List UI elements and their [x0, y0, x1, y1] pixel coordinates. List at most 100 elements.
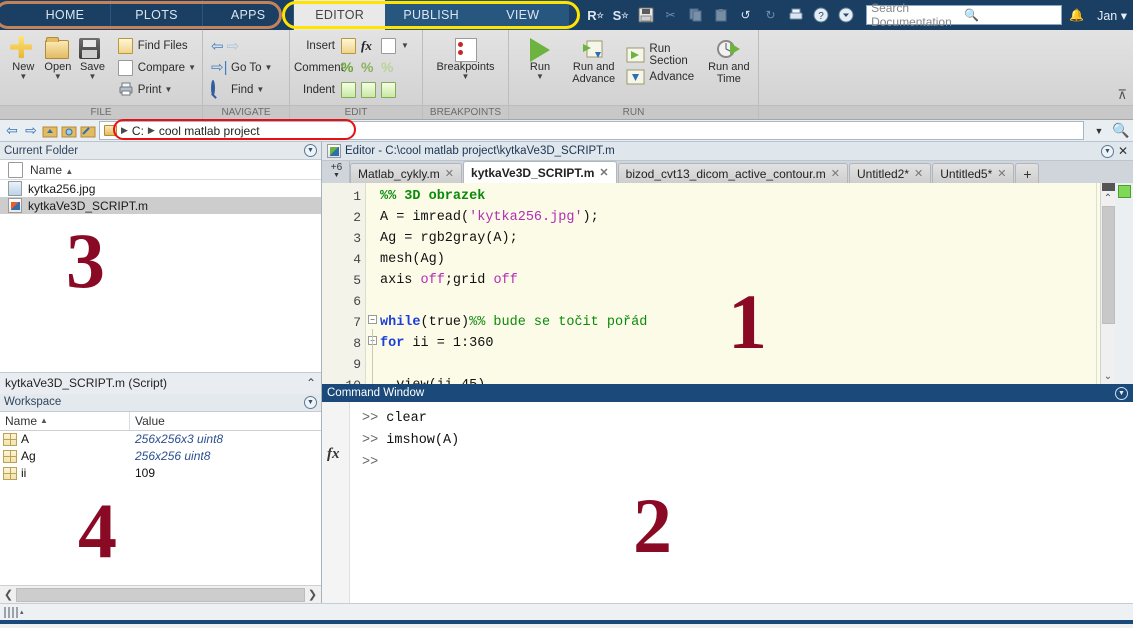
- bell-icon[interactable]: 🔔: [1066, 5, 1087, 26]
- status-expand-icon[interactable]: ▴: [20, 608, 24, 616]
- close-icon[interactable]: ✕: [445, 167, 454, 180]
- editor-fold-column[interactable]: − −: [366, 183, 380, 384]
- print-button[interactable]: Print ▼: [118, 79, 196, 101]
- save-icon[interactable]: [635, 5, 656, 26]
- forward-icon[interactable]: ⇨: [23, 123, 39, 139]
- path-segment-folder[interactable]: cool matlab project: [159, 124, 260, 138]
- workspace-menu-icon[interactable]: ▼: [304, 396, 317, 409]
- command-window-body[interactable]: fx >> clear >> imshow(A) >>: [322, 402, 1133, 603]
- name-column-header[interactable]: Name ▲: [30, 163, 321, 177]
- go-to-button[interactable]: ⇨| Go To ▼: [211, 57, 272, 79]
- run-and-advance-button[interactable]: Run and Advance: [565, 34, 622, 85]
- scroll-thumb[interactable]: [1102, 206, 1115, 324]
- close-icon[interactable]: ✕: [997, 167, 1006, 180]
- new-button[interactable]: New ▼: [6, 34, 41, 81]
- breakpoints-caret-icon[interactable]: ▼: [462, 73, 470, 81]
- table-row[interactable]: ii 109: [0, 465, 321, 482]
- simulink-s-icon[interactable]: S☆: [610, 5, 631, 26]
- resize-grip-icon[interactable]: [4, 607, 18, 618]
- current-folder-file-list[interactable]: kytka256.jpg kytkaVe3D_SCRIPT.m: [0, 180, 321, 372]
- advance-button[interactable]: Advance: [626, 66, 705, 88]
- compare-button[interactable]: Compare ▼: [118, 57, 196, 79]
- table-row[interactable]: Ag 256x256 uint8: [0, 448, 321, 465]
- insert-caret-icon[interactable]: ▼: [401, 42, 409, 50]
- run-caret-icon[interactable]: ▼: [536, 73, 544, 81]
- workspace-name-column-header[interactable]: Name ▲: [0, 412, 130, 430]
- editor-tab-bizod-cvt13[interactable]: bizod_cvt13_dicom_active_contour.m ✕: [618, 163, 848, 183]
- command-window-output[interactable]: >> clear >> imshow(A) >>: [350, 402, 1133, 603]
- tab-apps[interactable]: APPS: [203, 0, 295, 30]
- comment-icon[interactable]: %: [341, 60, 358, 76]
- current-folder-details-bar[interactable]: kytkaVe3D_SCRIPT.m (Script) ⌃: [0, 372, 321, 394]
- editor-tab-matlab-cykly[interactable]: Matlab_cykly.m ✕: [350, 163, 462, 183]
- scroll-thumb[interactable]: [16, 588, 305, 602]
- table-row[interactable]: A 256x256x3 uint8: [0, 431, 321, 448]
- chevron-down-icon[interactable]: ▼: [333, 172, 340, 180]
- scroll-left-icon[interactable]: ❮: [1, 588, 16, 601]
- path-input[interactable]: ▶ C: ▶ cool matlab project: [99, 121, 1084, 140]
- new-caret-icon[interactable]: ▼: [19, 73, 27, 81]
- save-caret-icon[interactable]: ▼: [89, 73, 97, 81]
- indent-left-icon[interactable]: [381, 82, 398, 98]
- simulink-r-icon[interactable]: R☆: [585, 5, 606, 26]
- path-segment-drive[interactable]: C:: [132, 124, 144, 138]
- indent-row[interactable]: Indent: [294, 79, 409, 101]
- scroll-down-icon[interactable]: ⌄: [1104, 369, 1112, 384]
- compare-caret-icon[interactable]: ▼: [188, 64, 196, 72]
- indent-right-icon[interactable]: [361, 82, 378, 98]
- find-files-button[interactable]: Find Files: [118, 35, 196, 57]
- open-button[interactable]: Open ▼: [41, 34, 76, 81]
- editor-code-area[interactable]: %% 3D obrazek A = imread('kytka256.jpg')…: [380, 183, 1100, 384]
- undo-icon[interactable]: ↺: [735, 5, 756, 26]
- details-expand-icon[interactable]: ⌃: [306, 376, 316, 390]
- scroll-up-icon[interactable]: ⌃: [1104, 191, 1112, 206]
- search-documentation-input[interactable]: Search Documentation 🔍: [866, 5, 1062, 25]
- minimize-ribbon-icon[interactable]: ⊼: [1117, 87, 1127, 103]
- editor-tab-overflow[interactable]: +6 ▼: [324, 161, 350, 183]
- tab-editor[interactable]: EDITOR: [294, 0, 386, 30]
- function-browser-icon[interactable]: fx: [327, 446, 340, 463]
- navigate-arrows[interactable]: ⇦ ⇨: [211, 35, 272, 57]
- uncomment-icon[interactable]: %: [361, 60, 378, 76]
- code-ok-indicator[interactable]: [1118, 185, 1131, 198]
- insert-function-icon[interactable]: fx: [361, 38, 378, 54]
- forward-arrow-icon[interactable]: ⇨: [227, 39, 240, 54]
- editor-tab-untitled2[interactable]: Untitled2* ✕: [849, 163, 931, 183]
- scroll-right-icon[interactable]: ❯: [305, 588, 320, 601]
- favorites-icon[interactable]: [80, 123, 96, 139]
- search-icon[interactable]: 🔍: [964, 8, 1057, 22]
- comment-row[interactable]: Comment % % %: [294, 57, 409, 79]
- fold-while-icon[interactable]: −: [368, 315, 377, 324]
- back-arrow-icon[interactable]: ⇦: [211, 39, 224, 54]
- copy-icon[interactable]: [685, 5, 706, 26]
- insert-block-icon[interactable]: [341, 38, 358, 54]
- tab-plots[interactable]: PLOTS: [111, 0, 203, 30]
- find-button[interactable]: Find ▼: [211, 79, 272, 101]
- wrap-comment-icon[interactable]: %: [381, 60, 398, 76]
- editor-body[interactable]: 1 2– 3– 4– 5– 6 7– 8– 9 10– − − %% 3D ob…: [322, 183, 1133, 384]
- run-section-button[interactable]: Run Section: [626, 44, 705, 66]
- go-to-caret-icon[interactable]: ▼: [264, 64, 272, 72]
- editor-menu-icon[interactable]: ▼: [1101, 145, 1114, 158]
- smart-indent-icon[interactable]: [341, 82, 358, 98]
- up-folder-icon[interactable]: [42, 123, 58, 139]
- insert-row[interactable]: Insert fx ▼: [294, 35, 409, 57]
- user-menu[interactable]: Jan ▾: [1097, 8, 1127, 23]
- open-caret-icon[interactable]: ▼: [54, 73, 62, 81]
- new-tab-button[interactable]: +: [1015, 163, 1039, 183]
- close-icon[interactable]: ✕: [831, 167, 840, 180]
- list-item[interactable]: kytka256.jpg: [0, 180, 321, 197]
- search-folder-icon[interactable]: 🔍: [1113, 123, 1129, 139]
- editor-vertical-scrollbar[interactable]: ⌃ ⌄: [1100, 183, 1115, 384]
- editor-tab-kytkave3d-script[interactable]: kytkaVe3D_SCRIPT.m ✕: [463, 161, 617, 183]
- insert-plot-icon[interactable]: [381, 38, 398, 54]
- print-icon[interactable]: [785, 5, 806, 26]
- cut-icon[interactable]: ✂: [660, 5, 681, 26]
- close-icon[interactable]: ✕: [599, 166, 608, 179]
- close-icon[interactable]: ✕: [914, 167, 923, 180]
- workspace-value-column-header[interactable]: Value: [130, 412, 321, 430]
- path-dropdown-icon[interactable]: ▼: [1091, 123, 1107, 139]
- tab-home[interactable]: HOME: [20, 0, 112, 30]
- back-icon[interactable]: ⇦: [4, 123, 20, 139]
- customize-toolbar-icon[interactable]: [835, 5, 856, 26]
